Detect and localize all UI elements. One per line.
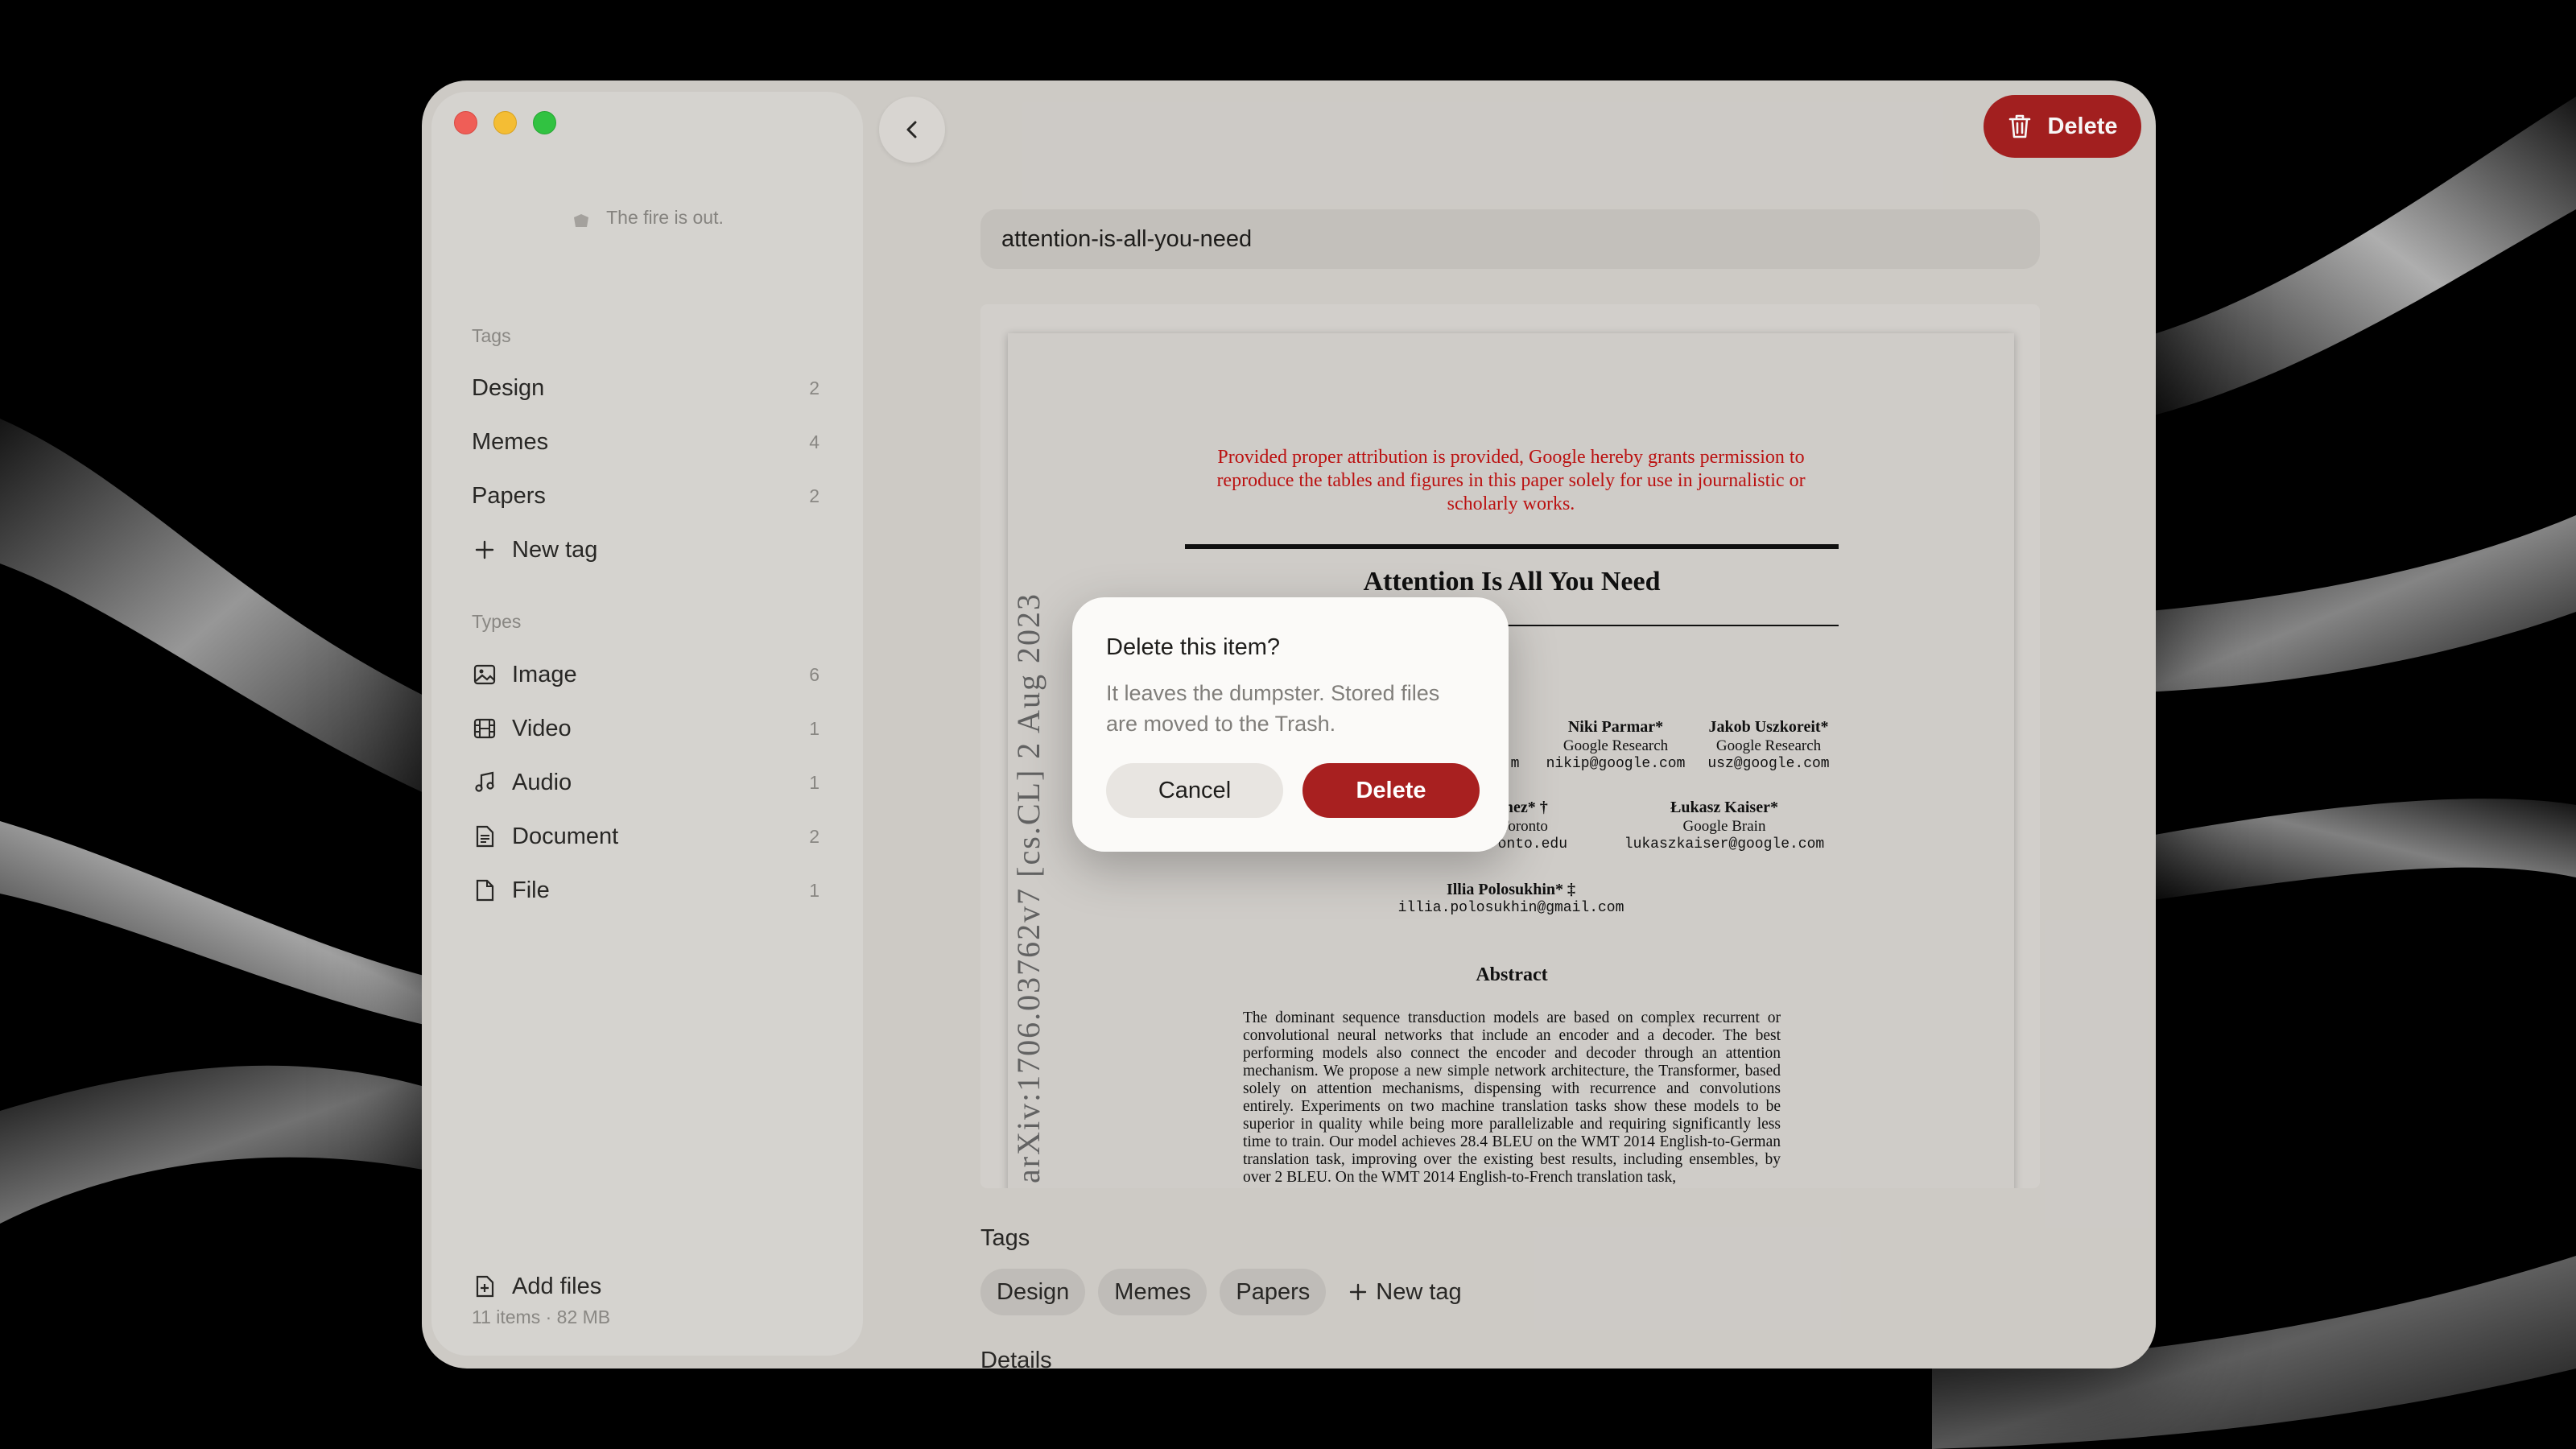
app-window: The fire is out. Tags Design 2 Memes 4 P… [422, 80, 2156, 1368]
dialog-title: Delete this item? [1106, 634, 1280, 660]
dialog-message: It leaves the dumpster. Stored files are… [1106, 681, 1440, 736]
close-window-button[interactable] [454, 111, 477, 134]
cancel-button[interactable]: Cancel [1106, 763, 1283, 818]
window-controls [454, 111, 556, 134]
maximize-window-button[interactable] [533, 111, 556, 134]
confirm-delete-button[interactable]: Delete [1302, 763, 1480, 818]
minimize-window-button[interactable] [493, 111, 517, 134]
delete-confirm-dialog: Delete this item? It leaves the dumpster… [1072, 597, 1509, 852]
